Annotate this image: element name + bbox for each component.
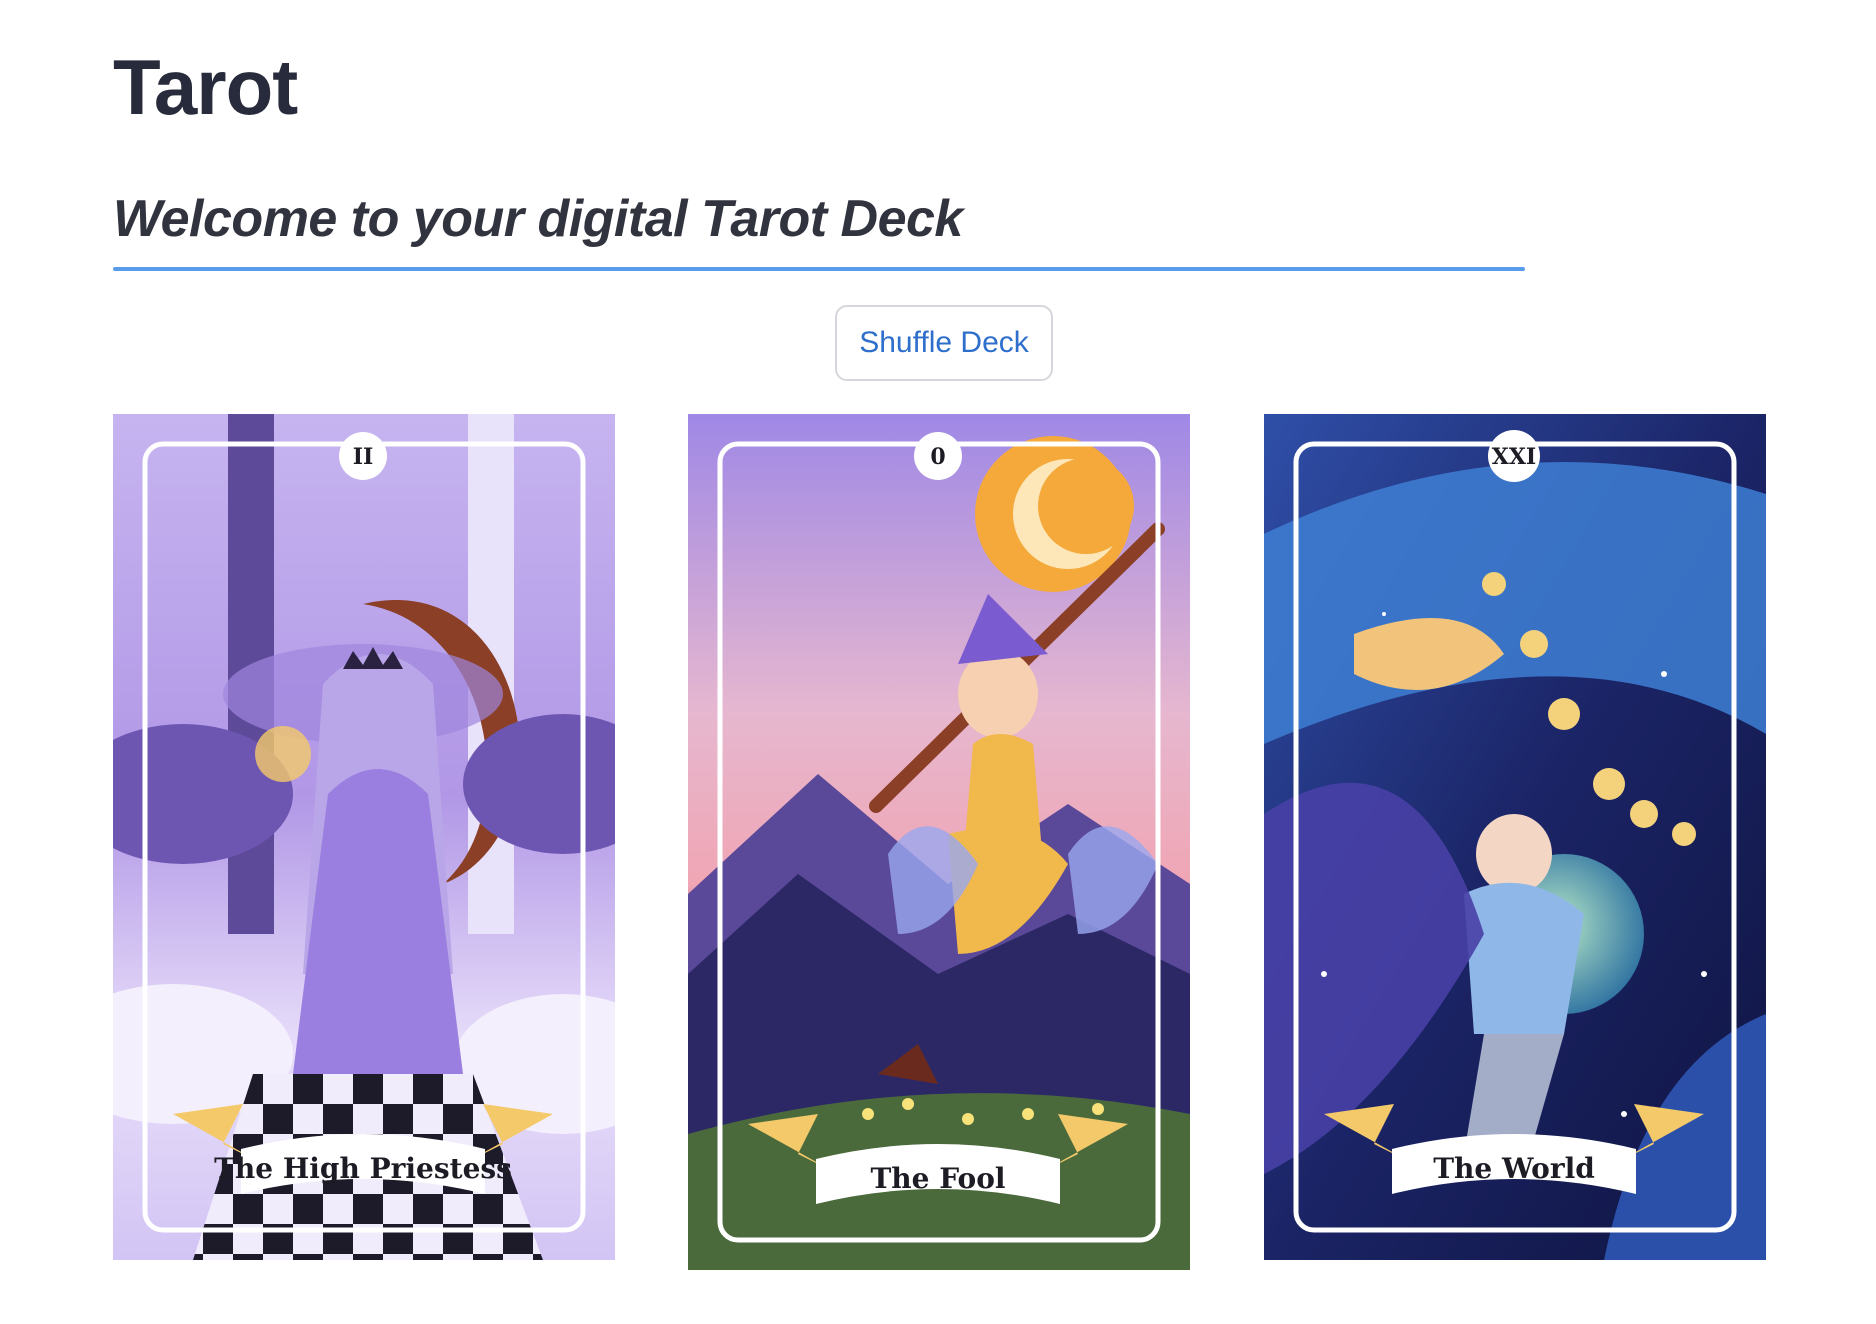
card-world-title: The World [1433,1152,1595,1185]
card-fool-numeral: 0 [930,444,945,470]
card-high-priestess[interactable]: II The High Priestess [113,414,615,1260]
card-world-art: XXI The World [1264,414,1766,1260]
card-high-priestess-title: The High Priestess [214,1152,512,1185]
card-fool-art: 0 The Fool [688,414,1190,1270]
card-world-numeral: XXI [1492,444,1536,470]
card-fool[interactable]: 0 The Fool [688,414,1190,1270]
shuffle-deck-button[interactable]: Shuffle Deck [835,305,1053,381]
page-title: Tarot [113,43,298,131]
card-fool-title: The Fool [870,1162,1005,1195]
header-divider [113,267,1525,271]
card-high-priestess-art: II The High Priestess [113,414,615,1260]
page-subtitle: Welcome to your digital Tarot Deck [113,190,963,248]
card-world[interactable]: XXI The World [1264,414,1766,1260]
card-high-priestess-numeral: II [353,444,374,470]
